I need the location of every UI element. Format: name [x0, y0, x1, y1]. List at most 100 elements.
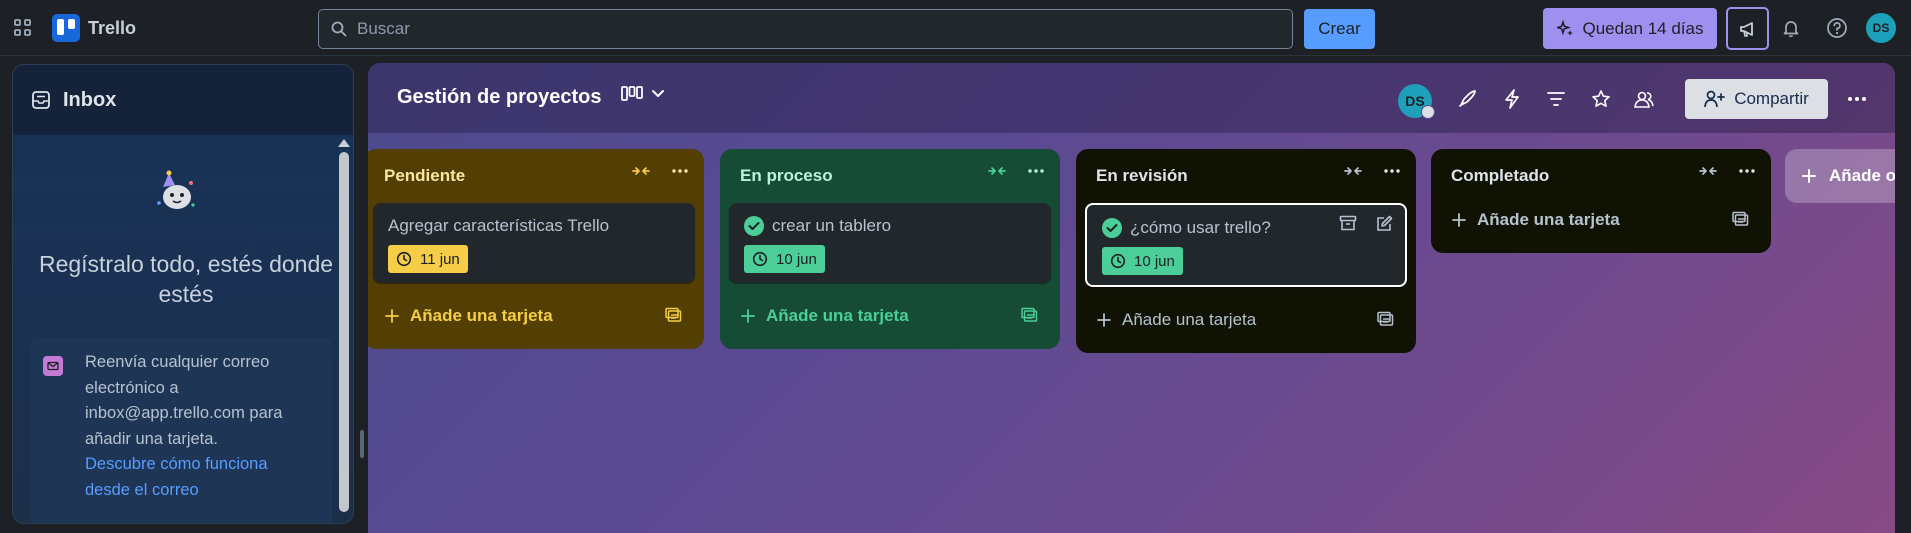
list-pendiente[interactable]: Pendiente Agregar características Trello…: [368, 149, 704, 349]
search-box[interactable]: [318, 9, 1293, 49]
add-list-button[interactable]: Añade otra lista: [1785, 149, 1895, 203]
power-ups-icon[interactable]: [1454, 86, 1480, 112]
trial-label: Quedan 14 días: [1582, 18, 1704, 38]
board-view-switcher[interactable]: [621, 86, 665, 102]
collapse-list-icon[interactable]: [1344, 164, 1362, 178]
plus-icon: [1801, 168, 1817, 184]
search-icon: [331, 21, 347, 37]
inbox-panel: Inbox Regístralo todo, estés donde estés…: [12, 64, 354, 524]
list-header: Completado: [1431, 149, 1771, 203]
share-button[interactable]: Compartir: [1685, 79, 1828, 119]
add-card-label: Añade una tarjeta: [1122, 310, 1257, 329]
list-menu-icon[interactable]: [1739, 169, 1755, 173]
card-agregar-caracteristicas[interactable]: Agregar características Trello 11 jun: [373, 203, 695, 283]
star-icon[interactable]: [1588, 86, 1614, 112]
clock-icon: [752, 251, 768, 267]
share-label: Compartir: [1734, 89, 1809, 108]
board-view-icon: [621, 86, 643, 102]
sidebar-resize-handle[interactable]: [360, 430, 364, 458]
due-date-text: 10 jun: [776, 250, 817, 268]
inbox-header: Inbox: [13, 65, 353, 135]
add-card-label: Añade una tarjeta: [766, 306, 909, 325]
archive-icon[interactable]: [1339, 215, 1357, 233]
plus-icon: [1451, 212, 1467, 228]
add-card-button[interactable]: Añade una tarjeta: [720, 293, 1060, 339]
add-card-label: Añade una tarjeta: [410, 306, 553, 325]
more-options-icon[interactable]: [1844, 86, 1870, 112]
add-person-icon: [1704, 90, 1726, 108]
due-date-badge[interactable]: 11 jun: [388, 245, 468, 273]
list-title[interactable]: En revisión: [1096, 166, 1188, 186]
automation-icon[interactable]: [1499, 86, 1525, 112]
inbox-scrollbar[interactable]: [339, 152, 349, 512]
user-avatar[interactable]: DS: [1866, 13, 1896, 43]
workspace-visibility-icon[interactable]: [1631, 86, 1657, 112]
list-en-proceso[interactable]: En proceso crear un tablero 10 jun Añade…: [720, 149, 1060, 349]
filter-icon[interactable]: [1543, 86, 1569, 112]
due-date-badge[interactable]: 10 jun: [1102, 247, 1183, 275]
app-switcher-icon[interactable]: [10, 15, 36, 41]
notifications-icon[interactable]: [1778, 15, 1804, 41]
card-template-icon[interactable]: [1020, 307, 1038, 323]
list-menu-icon[interactable]: [1384, 169, 1400, 173]
inbox-email-info: Reenvía cualquier correo electrónico a i…: [31, 338, 332, 523]
inbox-title: Inbox: [63, 88, 117, 111]
card-template-icon[interactable]: [1376, 311, 1394, 327]
card-crear-un-tablero[interactable]: crear un tablero 10 jun: [729, 203, 1051, 283]
list-completado[interactable]: Completado Añade una tarjeta: [1431, 149, 1771, 253]
trello-logo[interactable]: Trello: [52, 14, 136, 42]
card-title-text: crear un tablero: [772, 216, 892, 235]
top-navigation-bar: Trello Crear Quedan 14 días DS: [0, 0, 1911, 56]
add-card-button[interactable]: Añade una tarjeta: [368, 293, 704, 339]
add-card-label: Añade una tarjeta: [1477, 210, 1620, 229]
board-canvas: Gestión de proyectos DS Compartir Pendie…: [368, 63, 1895, 533]
chevron-down-icon: [651, 89, 665, 99]
announcements-button[interactable]: [1726, 7, 1769, 50]
create-button[interactable]: Crear: [1304, 9, 1375, 49]
app-name: Trello: [88, 17, 137, 38]
collapse-list-icon[interactable]: [632, 164, 650, 178]
collapse-list-icon[interactable]: [1699, 164, 1717, 178]
complete-check-icon[interactable]: [1102, 218, 1122, 238]
megaphone-icon: [1738, 19, 1758, 39]
card-como-usar-trello[interactable]: ¿cómo usar trello? 10 jun: [1085, 203, 1407, 287]
due-date-text: 11 jun: [420, 250, 460, 268]
trial-button[interactable]: Quedan 14 días: [1543, 8, 1717, 49]
complete-check-icon[interactable]: [744, 216, 764, 236]
add-card-button[interactable]: Añade una tarjeta: [1431, 197, 1771, 243]
search-input[interactable]: [357, 19, 1257, 39]
learn-more-link[interactable]: Descubre cómo funciona desde el correo: [85, 452, 315, 503]
card-template-icon[interactable]: [664, 307, 682, 323]
sparkle-icon: [1556, 19, 1575, 38]
edit-icon[interactable]: [1375, 215, 1393, 233]
inbox-icon: [31, 90, 51, 110]
mascot-illustration-icon: [151, 169, 199, 217]
list-header: En proceso: [720, 149, 1060, 203]
list-title[interactable]: Pendiente: [384, 166, 465, 186]
collapse-list-icon[interactable]: [988, 164, 1006, 178]
add-list-label: Añade otra lista: [1829, 166, 1895, 185]
list-en-revision[interactable]: En revisión ¿cómo usar trello? 10 jun Añ…: [1076, 149, 1416, 353]
plus-icon: [384, 308, 400, 324]
list-title[interactable]: En proceso: [740, 166, 833, 186]
inbox-instructions: Reenvía cualquier correo electrónico a i…: [85, 353, 283, 448]
board-header: Gestión de proyectos DS Compartir: [368, 63, 1895, 133]
plus-icon: [740, 308, 756, 324]
list-header: Pendiente: [368, 149, 704, 203]
list-header: En revisión: [1076, 149, 1416, 203]
clock-icon: [1110, 253, 1126, 269]
card-title: crear un tablero: [744, 215, 1039, 237]
help-icon[interactable]: [1824, 15, 1850, 41]
card-title-text: Agregar características Trello: [388, 216, 610, 235]
inbox-card-text: Reenvía cualquier correo electrónico a i…: [85, 350, 315, 503]
inbox-heading: Regístralo todo, estés donde estés: [38, 251, 334, 307]
list-title[interactable]: Completado: [1451, 166, 1549, 186]
board-title[interactable]: Gestión de proyectos: [397, 86, 602, 109]
card-template-icon[interactable]: [1731, 211, 1749, 227]
list-menu-icon[interactable]: [1028, 169, 1044, 173]
scroll-up-arrow-icon[interactable]: [338, 139, 350, 147]
due-date-badge[interactable]: 10 jun: [744, 245, 825, 273]
add-card-button[interactable]: Añade una tarjeta: [1076, 297, 1416, 343]
list-menu-icon[interactable]: [672, 169, 688, 173]
plus-icon: [1096, 312, 1112, 328]
